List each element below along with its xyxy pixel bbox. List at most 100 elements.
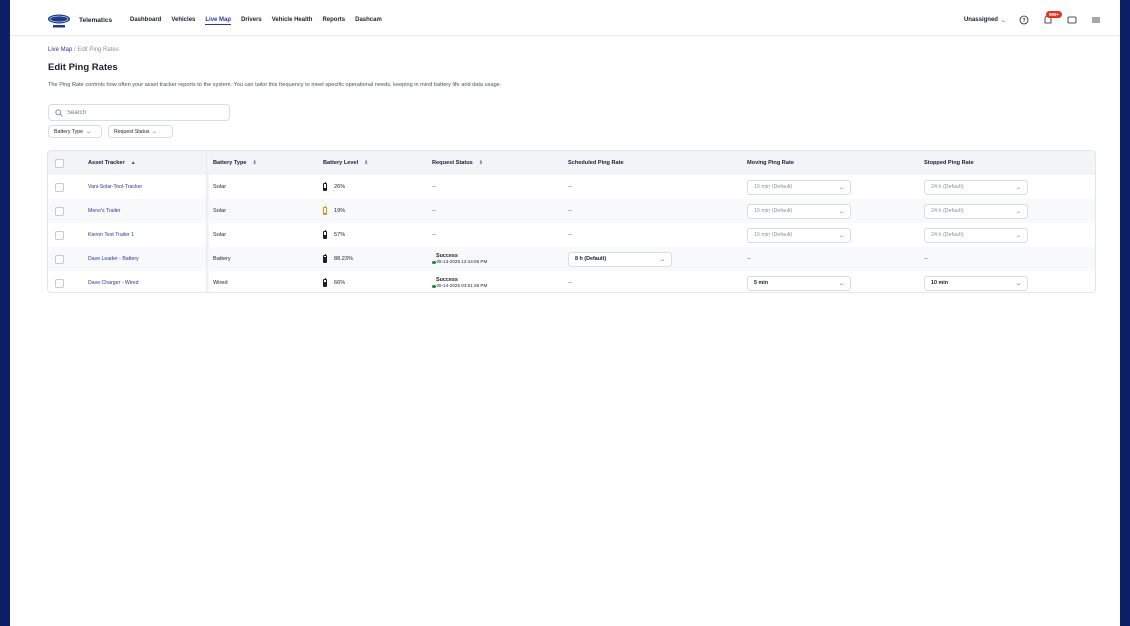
scheduled-ping-rate-select[interactable]: 8 h (Default) ⌄ <box>568 251 672 267</box>
header-request-status[interactable]: Request Status ⇕ <box>432 151 483 175</box>
select-all-checkbox[interactable] <box>55 158 64 168</box>
notifications-icon[interactable]: 999+ <box>1042 11 1063 26</box>
header-asset-tracker[interactable]: Asset Tracker ▲ <box>88 151 136 175</box>
top-right-controls: Unassigned ⌄ ? 999+ <box>963 11 1102 26</box>
stopped-cell: 10 min ⌄ <box>924 271 1028 292</box>
nav-item-vehicles[interactable]: Vehicles <box>171 17 195 25</box>
battery-level-cell: 66% <box>323 271 345 292</box>
nav-item-live-map[interactable]: Live Map <box>205 17 232 25</box>
stopped-ping-rate-select[interactable]: 10 min ⌄ <box>924 275 1028 291</box>
chevron-down-icon: ⌄ <box>837 184 846 191</box>
filter-battery-type[interactable]: Battery Type ⌄ <box>48 125 102 138</box>
battery-icon <box>323 206 327 215</box>
moving-cell: 15 min (Default) ⌄ <box>747 175 851 199</box>
breadcrumb-current: Edit Ping Rates <box>77 47 119 53</box>
battery-type-cell: Solar <box>213 175 226 199</box>
asset-tracker-cell: Dave Charger - Wired <box>88 271 138 292</box>
chevron-down-icon: ⌄ <box>658 256 667 263</box>
row-select-cell <box>55 271 64 292</box>
nav-item-reports[interactable]: Reports <box>322 17 345 25</box>
request-status-cell: -- <box>432 175 436 199</box>
top-nav-bar: Telematics Dashboard Vehicles Live Map Driv… <box>10 8 1120 36</box>
scheduled-cell: 8 h (Default) ⌄ <box>568 247 672 271</box>
header-moving-label: Moving Ping Rate <box>747 160 794 166</box>
nav-item-vehicle-health[interactable]: Vehicle Health <box>272 17 313 25</box>
success-dot-icon <box>432 284 436 288</box>
asset-tracker-cell: Meno's Trailer <box>88 199 120 223</box>
stopped-ping-rate-select[interactable]: 24 h (Default) ⌄ <box>924 179 1028 195</box>
asset-tracker-cell: Dave Loader - Battery <box>88 247 139 271</box>
search-icon <box>55 108 63 117</box>
row-checkbox[interactable] <box>55 278 64 288</box>
scheduled-cell: -- <box>568 199 572 223</box>
svg-text:?: ? <box>1022 18 1025 24</box>
search-box[interactable] <box>48 104 230 121</box>
stopped-ping-rate-select[interactable]: 24 h (Default) ⌄ <box>924 227 1028 243</box>
battery-type-cell: Battery <box>213 247 231 271</box>
menu-icon[interactable] <box>1090 14 1102 26</box>
stopped-cell: 24 h (Default) ⌄ <box>924 223 1028 247</box>
battery-type: Solar <box>213 184 227 190</box>
search-input[interactable] <box>67 109 217 116</box>
asset-tracker-link[interactable]: Vani-Solar-Tool-Tracker <box>88 184 142 190</box>
nav-item-drivers[interactable]: Drivers <box>241 17 262 25</box>
header-battery-level[interactable]: Battery Level ⇕ <box>323 151 368 175</box>
nav-item-dashboard[interactable]: Dashboard <box>130 17 161 25</box>
moving-ping-rate-select[interactable]: 5 min ⌄ <box>747 275 851 291</box>
chevron-down-icon: ⌄ <box>1014 208 1023 215</box>
header-request-status-label: Request Status <box>432 160 473 166</box>
moving-ping-rate-select[interactable]: 15 min (Default) ⌄ <box>747 203 851 219</box>
stopped-ping-rate-value: 24 h (Default) <box>931 208 964 214</box>
battery-icon <box>323 182 327 191</box>
battery-level: 57% <box>334 232 346 238</box>
row-select-cell <box>55 223 64 247</box>
moving-ping-rate-value: 5 min <box>754 280 769 286</box>
row-select-cell <box>55 199 64 223</box>
header-battery-type[interactable]: Battery Type ⇕ <box>213 151 257 175</box>
asset-tracker-link[interactable]: Dave Charger - Wired <box>88 280 138 286</box>
breadcrumb-live-map[interactable]: Live Map <box>48 47 72 53</box>
row-checkbox[interactable] <box>55 206 64 216</box>
filter-request-status[interactable]: Request Status ⌄ <box>108 125 173 138</box>
assignment-dropdown[interactable]: Unassigned ⌄ <box>963 17 1007 24</box>
ping-rates-table: Asset Tracker ▲ Battery Type ⇕ Battery Lev… <box>47 150 1096 293</box>
header-moving-ping-rate: Moving Ping Rate <box>747 151 794 175</box>
select-all-cell <box>55 151 64 175</box>
scheduled-ping-rate: -- <box>568 184 572 190</box>
moving-cell: 15 min (Default) ⌄ <box>747 199 851 223</box>
chat-icon[interactable] <box>1066 14 1078 26</box>
moving-ping-rate-value: 15 min (Default) <box>754 232 793 238</box>
help-icon[interactable]: ? <box>1018 14 1030 26</box>
battery-type: Solar <box>213 232 227 238</box>
asset-tracker-link[interactable]: Kieron Test Trailer 1 <box>88 232 134 238</box>
nav-item-dashcam[interactable]: Dashcam <box>355 17 382 25</box>
scheduled-ping-rate: -- <box>568 232 572 238</box>
assignment-label: Unassigned <box>963 17 998 23</box>
chevron-down-icon: ⌄ <box>837 280 846 287</box>
row-checkbox[interactable] <box>55 182 64 192</box>
row-checkbox[interactable] <box>55 254 64 264</box>
battery-level-cell: 57% <box>323 223 345 247</box>
chevron-down-icon: ⌄ <box>1014 280 1023 287</box>
header-battery-type-label: Battery Type <box>213 160 247 166</box>
scheduled-cell: -- <box>568 223 572 247</box>
moving-ping-rate: -- <box>747 256 751 262</box>
request-status-cell: -- <box>432 223 436 247</box>
moving-ping-rate-select[interactable]: 15 min (Default) ⌄ <box>747 227 851 243</box>
battery-level-cell: 88.23% <box>323 247 353 271</box>
filter-request-status-label: Request Status <box>114 128 150 135</box>
company-logo-icon[interactable] <box>47 14 71 28</box>
chevron-down-icon: ⌄ <box>837 232 846 239</box>
moving-cell: -- <box>747 247 751 271</box>
sort-icon: ⇕ <box>364 160 369 166</box>
stopped-ping-rate-select[interactable]: 24 h (Default) ⌄ <box>924 203 1028 219</box>
row-checkbox[interactable] <box>55 230 64 240</box>
asset-tracker-link[interactable]: Meno's Trailer <box>88 208 120 214</box>
battery-type-cell: Solar <box>213 223 226 247</box>
request-status: -- <box>432 208 436 214</box>
moving-ping-rate-select[interactable]: 15 min (Default) ⌄ <box>747 179 851 195</box>
asset-tracker-link[interactable]: Dave Loader - Battery <box>88 256 139 262</box>
request-status: Success 05-13-2025 12:44:06 PM <box>432 253 487 266</box>
scheduled-ping-rate-value: 8 h (Default) <box>575 256 607 262</box>
breadcrumb: Live Map / Edit Ping Rates <box>48 47 119 53</box>
